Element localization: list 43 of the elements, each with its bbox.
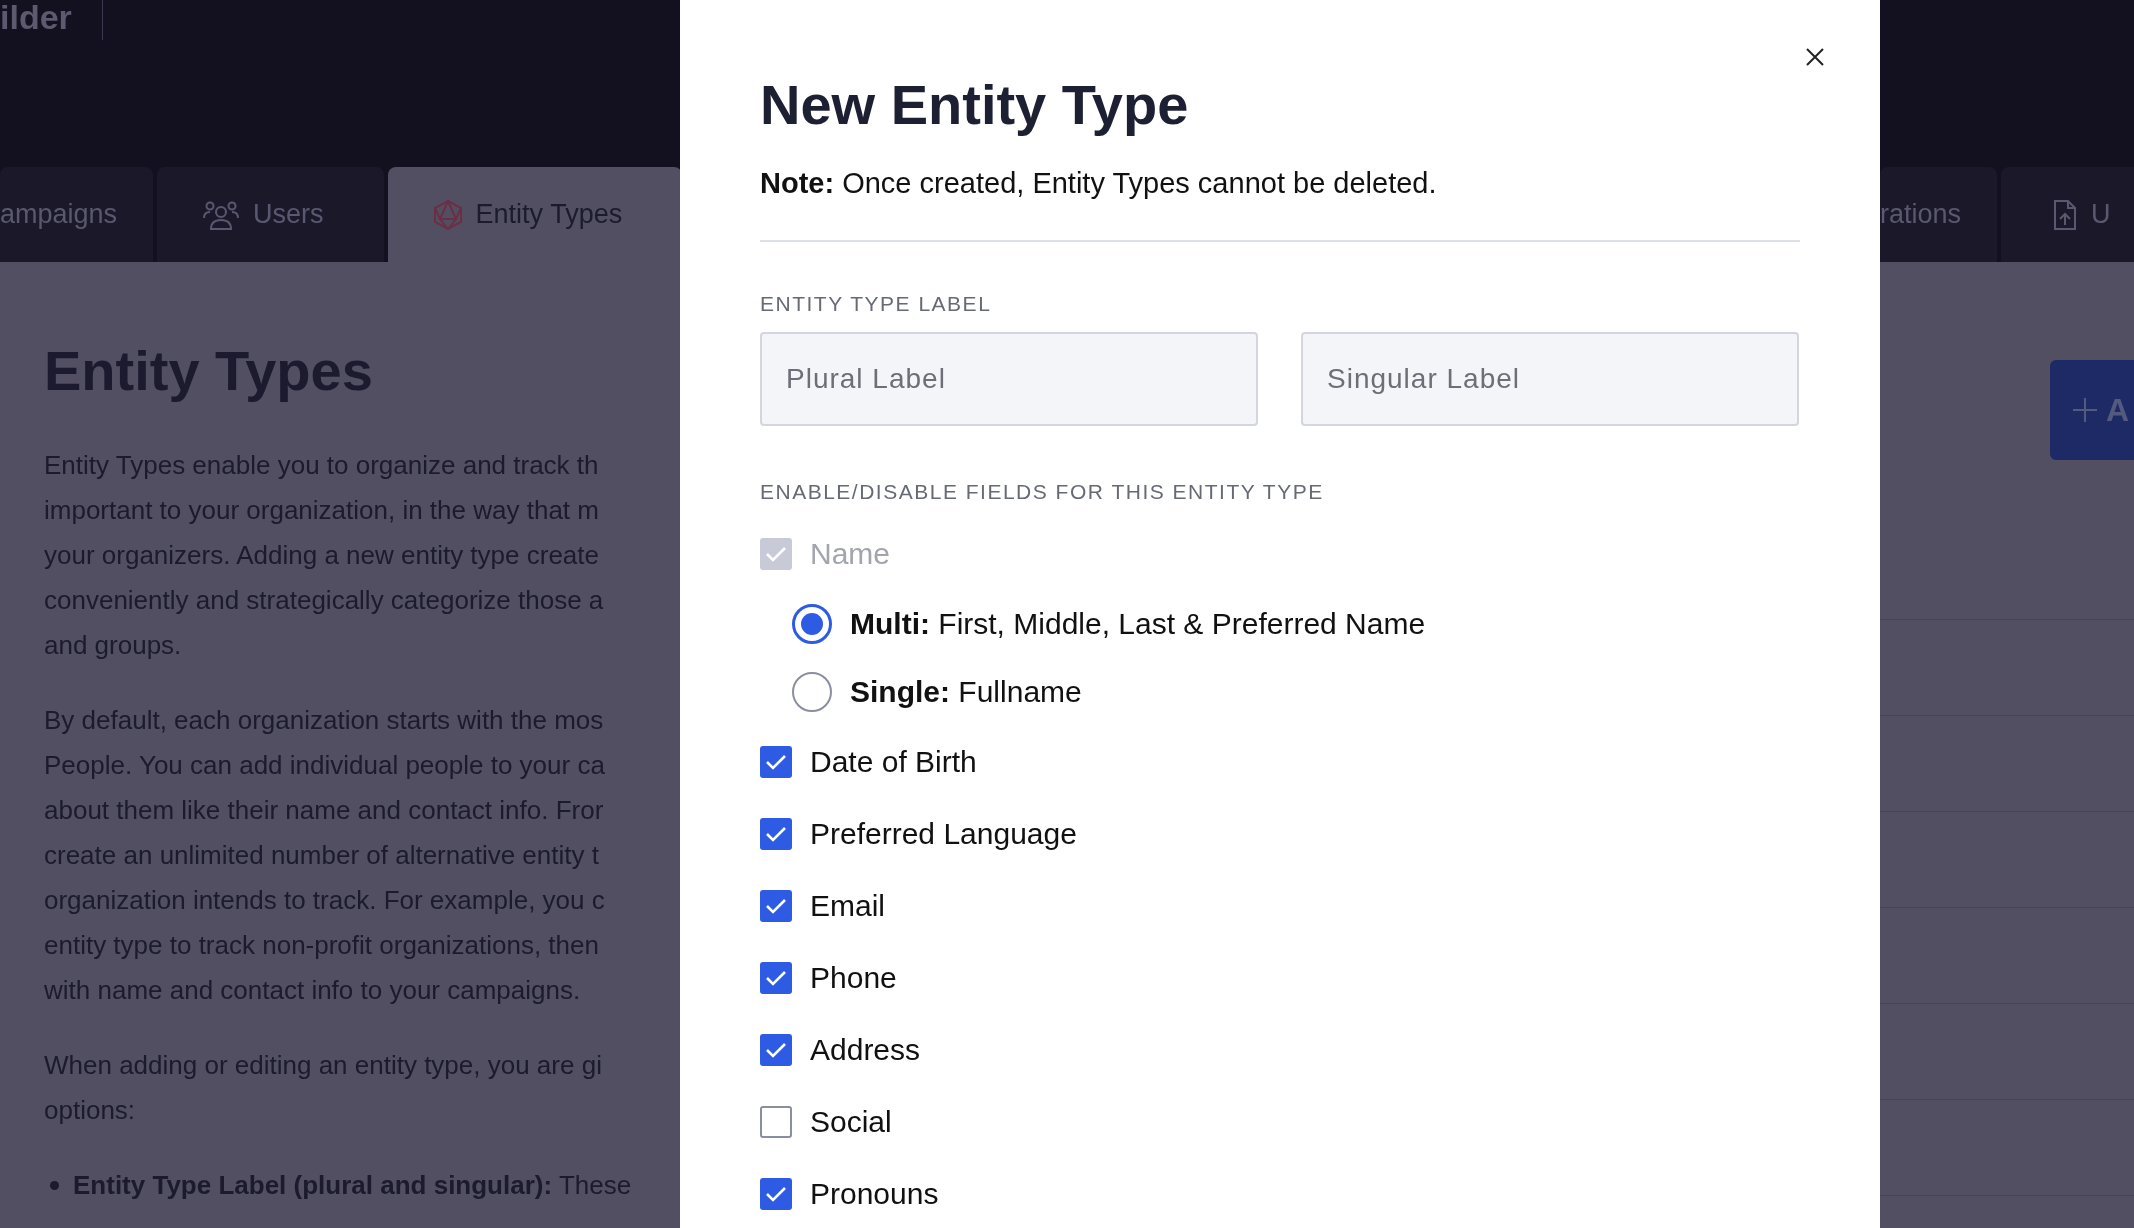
label-input[interactable]: Singular Label	[1301, 332, 1799, 426]
nav-tab[interactable]: rations	[1880, 167, 1998, 262]
field-label: Preferred Language	[810, 817, 1077, 851]
field-label: Name	[810, 537, 891, 571]
field-label: Address	[810, 1033, 921, 1067]
field-label: Pronouns	[810, 1177, 939, 1211]
checkbox[interactable]	[760, 962, 792, 994]
checkbox[interactable]	[760, 890, 792, 922]
users-icon	[203, 199, 240, 230]
nav-tab[interactable]: U	[2001, 167, 2134, 262]
field-label: Date of Birth	[810, 745, 977, 779]
nav-tab[interactable]: Users	[157, 167, 384, 262]
radio-button[interactable]	[792, 604, 832, 644]
field-label: Social	[810, 1105, 892, 1139]
nav-tab[interactable]: ampaigns	[0, 167, 154, 262]
check-icon	[765, 897, 787, 915]
check-icon	[765, 825, 787, 843]
option-label: Single: Fullname	[850, 675, 1082, 709]
section-label: ENABLE/DISABLE FIELDS FOR THIS ENTITY TYPE	[760, 480, 1325, 504]
polyhedron-icon	[433, 199, 462, 230]
checkbox[interactable]	[760, 1106, 792, 1138]
checkbox[interactable]	[760, 818, 792, 850]
check-icon	[765, 969, 787, 987]
option-label: Multi: First, Middle, Last & Preferred Name	[850, 607, 1426, 641]
bullet-icon	[50, 1181, 59, 1190]
checkbox[interactable]	[760, 1034, 792, 1066]
modal-title: New Entity Type	[760, 72, 1190, 137]
field-label: Email	[810, 889, 885, 923]
check-icon	[765, 1041, 787, 1059]
close-icon	[1805, 47, 1825, 67]
note-text: Note: Once created, Entity Types cannot be deleted.	[760, 167, 1800, 242]
label-input[interactable]: Plural Label	[760, 332, 1258, 426]
checkbox[interactable]	[760, 746, 792, 778]
section-label: ENTITY TYPE LABEL	[760, 292, 993, 316]
logo: ilder	[0, 0, 103, 40]
check-icon	[765, 545, 787, 563]
check-icon	[765, 753, 787, 771]
plus-icon	[2072, 397, 2098, 423]
field-label: Phone	[810, 961, 897, 995]
file-upload-icon	[2053, 198, 2078, 231]
checkbox[interactable]	[760, 1178, 792, 1210]
radio-button[interactable]	[792, 672, 832, 712]
check-icon	[765, 1185, 787, 1203]
